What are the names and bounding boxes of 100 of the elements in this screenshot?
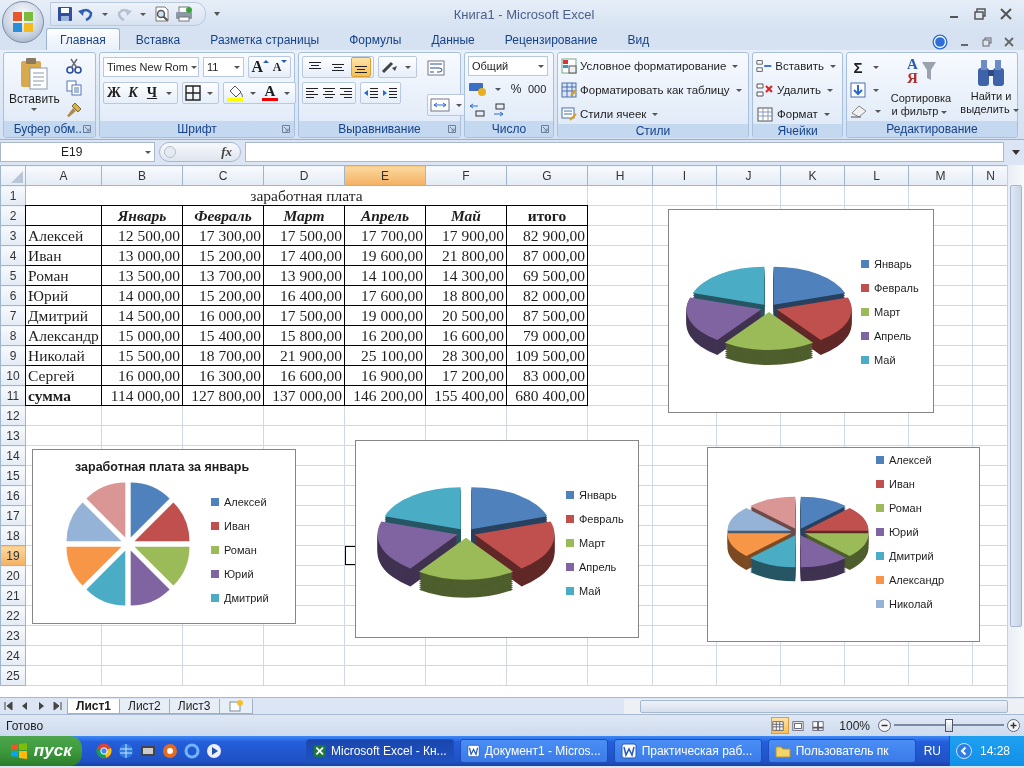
thousands-button[interactable]: 000 bbox=[528, 80, 547, 98]
column-header[interactable]: F bbox=[425, 165, 507, 186]
fill-down-icon[interactable] bbox=[850, 82, 866, 98]
row-header[interactable]: 6 bbox=[0, 285, 26, 306]
column-header[interactable]: E bbox=[344, 165, 426, 186]
row-header[interactable]: 4 bbox=[0, 245, 26, 266]
horizontal-scrollbar[interactable] bbox=[624, 698, 1024, 714]
autosum-button[interactable]: Σ bbox=[850, 58, 866, 76]
column-header[interactable]: I bbox=[652, 165, 717, 186]
row-header[interactable]: 20 bbox=[0, 565, 26, 586]
row-header[interactable]: 21 bbox=[0, 585, 26, 606]
row-header[interactable]: 25 bbox=[0, 665, 26, 686]
row-header[interactable]: 23 bbox=[0, 625, 26, 646]
paste-button[interactable]: Вставить bbox=[7, 56, 62, 121]
ribbon-tab[interactable]: Главная bbox=[46, 28, 120, 50]
row-header[interactable]: 9 bbox=[0, 345, 26, 366]
dialog-launcher-icon[interactable] bbox=[448, 125, 456, 133]
sheet-tab[interactable]: Лист2 bbox=[119, 698, 170, 714]
start-button[interactable]: пуск bbox=[0, 736, 82, 766]
taskbar-button[interactable]: Пользователь пк bbox=[767, 739, 916, 763]
print-icon[interactable] bbox=[175, 6, 193, 22]
column-header[interactable]: J bbox=[716, 165, 781, 186]
undo-icon[interactable] bbox=[78, 6, 94, 22]
chevron-icon[interactable] bbox=[955, 743, 972, 759]
help-icon[interactable] bbox=[932, 34, 948, 50]
zoom-level[interactable]: 100% bbox=[839, 718, 870, 733]
previous-sheet-icon[interactable] bbox=[20, 701, 30, 711]
cell-styles-button[interactable]: Стили ячеек bbox=[561, 104, 745, 124]
expand-icon[interactable] bbox=[1012, 149, 1020, 155]
column-header[interactable]: C bbox=[182, 165, 264, 186]
row-header[interactable]: 2 bbox=[0, 205, 26, 226]
column-header[interactable]: D bbox=[263, 165, 345, 186]
row-header[interactable]: 8 bbox=[0, 325, 26, 346]
sheet-tab[interactable]: Лист1 bbox=[67, 698, 121, 714]
row-header[interactable]: 7 bbox=[0, 305, 26, 326]
eraser-icon[interactable] bbox=[850, 104, 868, 118]
row-header[interactable]: 15 bbox=[0, 465, 26, 486]
ribbon-tab[interactable]: Разметка страницы bbox=[196, 28, 334, 50]
play-icon[interactable] bbox=[205, 743, 222, 759]
formula-input[interactable] bbox=[245, 142, 1004, 162]
row-header[interactable]: 17 bbox=[0, 505, 26, 526]
insert-function-button[interactable]: fx bbox=[221, 144, 232, 160]
column-header[interactable]: K bbox=[780, 165, 845, 186]
grow-font-button[interactable]: A bbox=[251, 58, 269, 76]
font-color-button[interactable]: A bbox=[262, 85, 278, 101]
browser-icon[interactable] bbox=[95, 743, 112, 759]
merge-cells-icon[interactable] bbox=[430, 98, 450, 112]
borders-icon[interactable] bbox=[185, 85, 201, 101]
print-preview-icon[interactable] bbox=[154, 6, 170, 22]
wrap-text-icon[interactable] bbox=[427, 60, 445, 76]
ring-icon[interactable] bbox=[183, 743, 200, 759]
font-size-dropdown[interactable]: 11 bbox=[203, 57, 245, 77]
find-select-button[interactable]: Найти и выделить bbox=[958, 56, 1024, 121]
chart-area[interactable]: Январь Февраль Март Апрель Май bbox=[355, 440, 639, 638]
column-header[interactable]: M bbox=[908, 165, 973, 186]
row-header[interactable]: 22 bbox=[0, 605, 26, 626]
resize-handle[interactable] bbox=[164, 146, 176, 158]
last-sheet-icon[interactable] bbox=[52, 701, 62, 711]
number-format-dropdown[interactable]: Общий bbox=[468, 56, 548, 76]
format-as-table-button[interactable]: Форматировать как таблицу bbox=[561, 80, 745, 100]
column-header[interactable]: G bbox=[506, 165, 588, 186]
format-cells-button[interactable]: Формат bbox=[756, 104, 839, 124]
slider-thumb[interactable] bbox=[945, 719, 953, 732]
chart-area[interactable]: заработная плата за январь Алексей Иван Роман Юрий Дмитрий bbox=[32, 449, 296, 624]
row-header[interactable]: 5 bbox=[0, 265, 26, 286]
chart-area[interactable]: Алексей Иван Роман Юрий Дмитрий Александр Николай bbox=[707, 447, 980, 642]
column-header[interactable]: B bbox=[101, 165, 183, 186]
row-header[interactable]: 13 bbox=[0, 425, 26, 446]
percent-button[interactable]: % bbox=[508, 80, 524, 98]
column-header[interactable]: H bbox=[587, 165, 653, 186]
bold-button[interactable]: Ж bbox=[106, 84, 122, 102]
film-icon[interactable] bbox=[139, 743, 156, 759]
close-icon[interactable] bbox=[1000, 8, 1012, 20]
column-header[interactable]: A bbox=[25, 165, 102, 186]
font-family-dropdown[interactable]: Times New Rom bbox=[103, 57, 199, 77]
chart-area[interactable]: Январь Февраль Март Апрель Май bbox=[668, 209, 934, 413]
customize-toolbar-caret-icon[interactable] bbox=[214, 12, 220, 16]
paint-bucket-icon[interactable] bbox=[226, 84, 244, 102]
column-header[interactable]: L bbox=[844, 165, 909, 186]
zoom-in-icon[interactable] bbox=[1007, 719, 1020, 732]
copy-icon[interactable] bbox=[65, 80, 82, 96]
taskbar-button[interactable]: Практическая раб... bbox=[613, 739, 762, 763]
row-header[interactable]: 1 bbox=[0, 185, 26, 206]
taskbar-button[interactable]: Microsoft Excel - Кн... bbox=[305, 739, 454, 763]
row-header[interactable]: 24 bbox=[0, 645, 26, 666]
conditional-formatting-button[interactable]: Условное форматирование bbox=[561, 56, 745, 76]
align-right-icon[interactable] bbox=[339, 87, 353, 99]
row-header[interactable]: 19 bbox=[0, 545, 26, 566]
column-header[interactable]: N bbox=[972, 165, 1007, 186]
taskbar-button[interactable]: Документ1 - Micros... bbox=[459, 739, 608, 763]
shrink-font-button[interactable]: A bbox=[272, 58, 288, 76]
align-left-icon[interactable] bbox=[305, 87, 319, 99]
increase-indent-icon[interactable] bbox=[382, 87, 398, 99]
dialog-launcher-icon[interactable] bbox=[83, 125, 91, 133]
row-header[interactable]: 16 bbox=[0, 485, 26, 506]
language-indicator[interactable]: RU bbox=[915, 744, 949, 758]
row-header[interactable]: 10 bbox=[0, 365, 26, 386]
delete-cells-button[interactable]: Удалить bbox=[756, 80, 839, 100]
row-header[interactable]: 12 bbox=[0, 405, 26, 426]
row-header[interactable]: 3 bbox=[0, 225, 26, 246]
